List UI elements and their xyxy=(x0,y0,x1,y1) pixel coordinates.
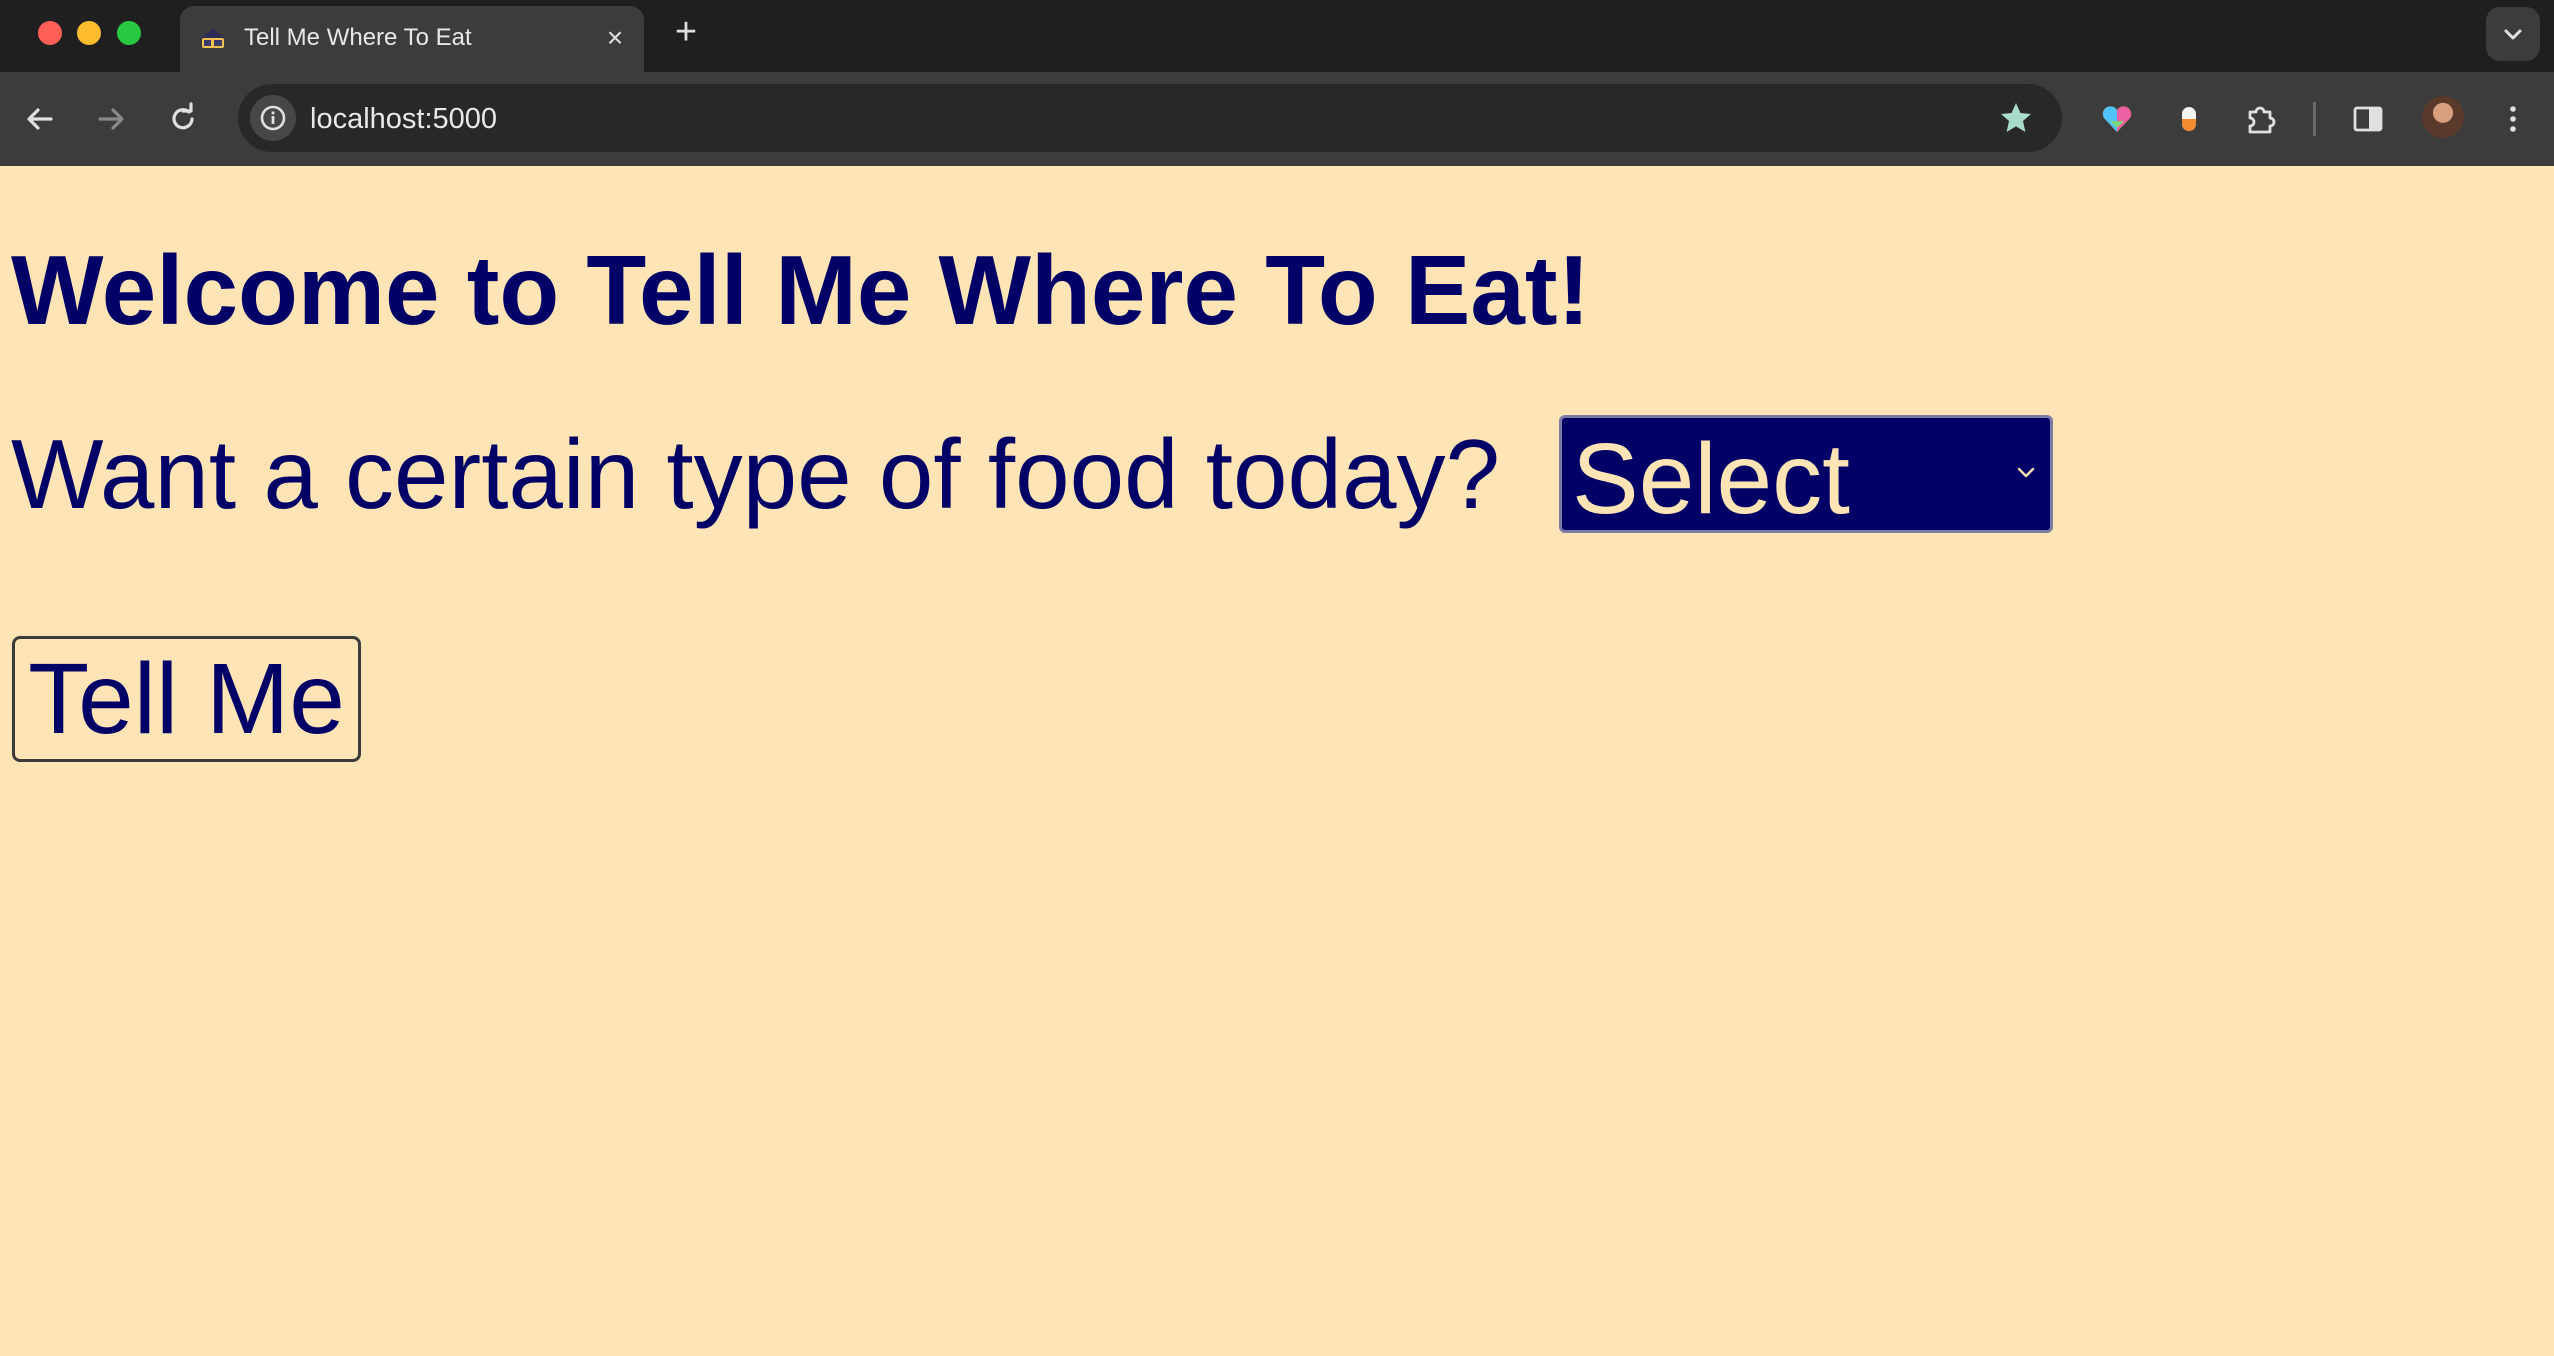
capsule-icon xyxy=(2182,107,2196,131)
side-panel-icon xyxy=(2353,106,2383,132)
close-window-button[interactable] xyxy=(38,21,62,45)
star-icon[interactable] xyxy=(1998,100,2034,136)
toolbar-divider xyxy=(2313,102,2316,136)
page-content: Welcome to Tell Me Where To Eat! Want a … xyxy=(0,166,2554,1356)
browser-toolbar: localhost:5000 xyxy=(0,72,2554,166)
browser-tab[interactable]: Tell Me Where To Eat × xyxy=(180,6,644,72)
food-type-select-value: Select xyxy=(1572,423,1850,535)
new-tab-button[interactable]: + xyxy=(668,13,704,51)
forward-button[interactable] xyxy=(91,99,131,139)
tab-search-button[interactable] xyxy=(2486,7,2540,61)
minimize-window-button[interactable] xyxy=(77,21,101,45)
extension-heart-button[interactable] xyxy=(2097,99,2137,139)
side-panel-button[interactable] xyxy=(2348,99,2388,139)
reload-button[interactable] xyxy=(163,99,203,139)
back-button[interactable] xyxy=(20,99,60,139)
puzzle-icon xyxy=(2248,106,2276,134)
chevron-down-icon xyxy=(2504,29,2522,40)
food-type-question: Want a certain type of food today? xyxy=(11,419,1501,529)
info-icon xyxy=(260,105,286,131)
kebab-menu-icon xyxy=(2510,106,2516,132)
browser-menu-button[interactable] xyxy=(2493,99,2533,139)
url-text[interactable]: localhost:5000 xyxy=(310,103,497,136)
site-info-button[interactable] xyxy=(250,95,296,141)
page-title: Welcome to Tell Me Where To Eat! xyxy=(11,235,1591,345)
tell-me-button[interactable]: Tell Me xyxy=(12,636,361,762)
chevron-down-icon xyxy=(2017,467,2035,478)
tab-strip: Tell Me Where To Eat × + xyxy=(0,0,2554,72)
arrow-left-icon xyxy=(27,108,53,130)
restaurant-favicon-icon xyxy=(201,29,225,48)
tab-close-icon[interactable]: × xyxy=(600,23,630,53)
extension-capsule-button[interactable] xyxy=(2169,99,2209,139)
reload-icon xyxy=(172,102,194,130)
food-type-select[interactable]: Select xyxy=(1559,415,2053,535)
extensions-button[interactable] xyxy=(2241,99,2281,139)
arrow-right-icon xyxy=(98,108,124,130)
address-bar[interactable]: localhost:5000 xyxy=(238,84,2062,152)
avatar[interactable] xyxy=(2422,96,2464,138)
tab-title: Tell Me Where To Eat xyxy=(244,24,472,51)
heart-icon xyxy=(2102,106,2132,132)
maximize-window-button[interactable] xyxy=(117,21,141,45)
